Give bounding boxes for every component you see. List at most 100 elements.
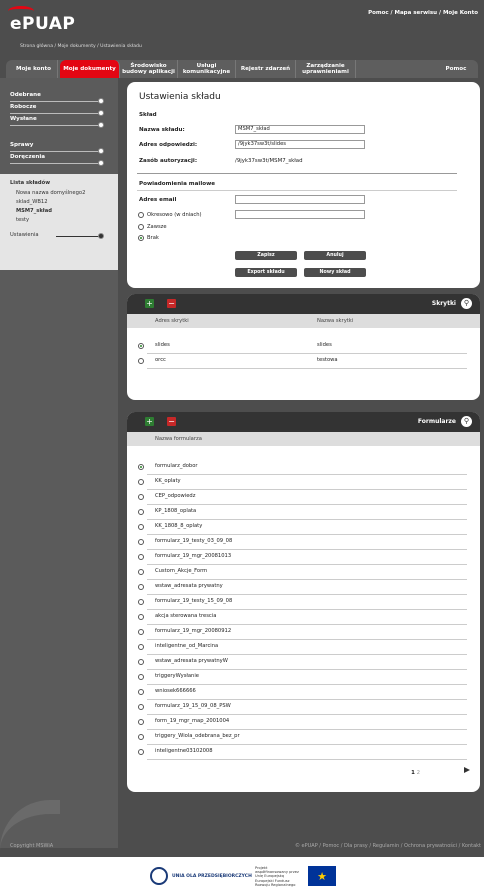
main-nav: Moje konto Moje dokumenty Środowisko bud… — [6, 60, 478, 78]
add-icon[interactable]: + — [145, 417, 154, 426]
slider-dot-icon[interactable] — [98, 148, 104, 154]
delete-icon[interactable]: − — [167, 417, 176, 426]
search-icon[interactable]: ⚲ — [461, 298, 472, 309]
page-1[interactable]: 1 — [411, 770, 415, 776]
table-row[interactable]: KK_1808_8_oplaty — [138, 519, 467, 535]
row-radio[interactable] — [138, 358, 144, 364]
nav-moje-konto[interactable]: Moje konto — [10, 60, 58, 78]
slider-dot-icon[interactable] — [98, 160, 104, 166]
nav-uslugi[interactable]: Usługi komunikacyjne — [178, 60, 236, 78]
row-radio[interactable] — [138, 524, 144, 530]
table-row[interactable]: wstaw_adresata prywatny — [138, 579, 467, 595]
ship-wheel-icon — [150, 867, 168, 885]
nav-srodowisko[interactable]: Środowisko budowy aplikacji — [120, 60, 178, 78]
epuap-logo[interactable]: ePUAP — [8, 6, 75, 34]
cell-form-name: inteligentne03102008 — [155, 748, 213, 754]
footer-links[interactable]: © ePUAP / Pomoc / Dla prasy / Regulamin … — [295, 843, 481, 849]
row-radio[interactable] — [138, 569, 144, 575]
name-label: Nazwa składu: — [139, 127, 185, 133]
row-radio[interactable] — [138, 509, 144, 515]
always-label: Zawsze — [147, 224, 167, 230]
nav-rejestr[interactable]: Rejestr zdarzeń — [236, 60, 296, 78]
table-row[interactable]: CEP_odpowiedz — [138, 489, 467, 505]
table-row[interactable]: inteligentne03102008 — [138, 744, 467, 760]
page-2[interactable]: 2 — [417, 770, 420, 776]
table-row[interactable]: wniosek666666 — [138, 684, 467, 700]
new-sklad-button[interactable]: Nowy skład — [304, 268, 366, 277]
sidebar-item-doreczenia[interactable]: Doręczenia — [10, 154, 45, 160]
table-row[interactable]: formularz_19_testy_15_09_08 — [138, 594, 467, 610]
row-radio[interactable] — [138, 659, 144, 665]
row-radio[interactable] — [138, 464, 144, 470]
row-radio[interactable] — [138, 494, 144, 500]
email-field[interactable] — [235, 195, 365, 204]
save-button[interactable]: Zapisz — [235, 251, 297, 260]
table-row[interactable]: formularz_19_mgr_20081013 — [138, 549, 467, 565]
row-radio[interactable] — [138, 479, 144, 485]
row-radio[interactable] — [138, 749, 144, 755]
table-row[interactable]: orcc testowa — [138, 353, 467, 369]
top-links-text[interactable]: Pomoc / Mapa serwisu / Moje Konto — [368, 10, 478, 16]
table-row[interactable]: wstaw_adresata prywatnyW — [138, 654, 467, 670]
sidebar-item-robocze[interactable]: Robocze — [10, 104, 36, 110]
list-item-active[interactable]: MSM7_skład — [16, 208, 52, 214]
table-row[interactable]: formularz_19_testy_03_09_08 — [138, 534, 467, 550]
row-radio[interactable] — [138, 599, 144, 605]
nav-zarzadzanie[interactable]: Zarządzanie uprawnieniami — [296, 60, 356, 78]
settings-link[interactable]: Ustawienia — [10, 232, 39, 238]
radio-always[interactable] — [138, 224, 144, 230]
cell-form-name: formularz_19_testy_03_09_08 — [155, 538, 233, 544]
add-icon[interactable]: + — [145, 299, 154, 308]
table-row[interactable]: formularz_19_mgr_20080912 — [138, 624, 467, 640]
table-row[interactable]: Custom_Akcje_Form — [138, 564, 467, 580]
name-field[interactable]: MSM7_skład — [235, 125, 365, 134]
row-radio[interactable] — [138, 644, 144, 650]
table-row[interactable]: formularz_dobor — [138, 459, 467, 475]
nav-pomoc[interactable]: Pomoc — [434, 60, 478, 78]
row-radio[interactable] — [138, 629, 144, 635]
nav-moje-dokumenty[interactable]: Moje dokumenty — [60, 60, 120, 78]
row-radio[interactable] — [138, 584, 144, 590]
cancel-button[interactable]: Anuluj — [304, 251, 366, 260]
slider-dot-icon[interactable] — [98, 122, 104, 128]
row-radio[interactable] — [138, 554, 144, 560]
export-button[interactable]: Export składu — [235, 268, 297, 277]
row-radio[interactable] — [138, 614, 144, 620]
row-radio[interactable] — [138, 704, 144, 710]
row-radio[interactable] — [138, 734, 144, 740]
table-row[interactable]: triggeryWysłanie — [138, 669, 467, 685]
section-sklad: Skład — [139, 112, 157, 118]
table-row[interactable]: KP_1808_oplata — [138, 504, 467, 520]
table-row[interactable]: inteligentne_od_Marcina — [138, 639, 467, 655]
table-row[interactable]: form_19_mgr_map_2001004 — [138, 714, 467, 730]
row-radio[interactable] — [138, 719, 144, 725]
delete-icon[interactable]: − — [167, 299, 176, 308]
sidebar-item-sprawy[interactable]: Sprawy — [10, 142, 33, 148]
panel-header: + − Formularze ⚲ — [127, 412, 480, 432]
radio-period[interactable] — [138, 212, 144, 218]
search-icon[interactable]: ⚲ — [461, 416, 472, 427]
table-row[interactable]: akcja sterowana trescia — [138, 609, 467, 625]
list-item[interactable]: testy — [16, 217, 29, 223]
sidebar-item-wyslane[interactable]: Wysłane — [10, 116, 37, 122]
table-row[interactable]: triggery_Wiola_odebrana_bez_pr — [138, 729, 467, 745]
row-radio[interactable] — [138, 343, 144, 349]
table-row[interactable]: formularz_19_15_09_08_PSW — [138, 699, 467, 715]
slider-dot-icon[interactable] — [98, 110, 104, 116]
list-item[interactable]: Nowa nazwa domyślnego2 — [16, 190, 85, 196]
row-radio[interactable] — [138, 689, 144, 695]
sidebar-item-odebrane[interactable]: Odebrane — [10, 92, 41, 98]
address-field[interactable]: /9jyk37sw3t/slides — [235, 140, 365, 149]
top-links[interactable]: Pomoc / Mapa serwisu / Moje Konto — [368, 10, 478, 16]
row-radio[interactable] — [138, 539, 144, 545]
table-row[interactable]: slides slides — [138, 338, 467, 354]
next-page-icon[interactable] — [464, 767, 470, 773]
row-radio[interactable] — [138, 674, 144, 680]
breadcrumb[interactable]: Strona główna / Moje dokumenty / Ustawie… — [20, 44, 142, 49]
list-item[interactable]: sklad_WB12 — [16, 199, 48, 205]
period-field[interactable] — [235, 210, 365, 219]
table-row[interactable]: KK_oplaty — [138, 474, 467, 490]
radio-none[interactable] — [138, 235, 144, 241]
slider-dot-icon[interactable] — [98, 98, 104, 104]
slider-dot-icon[interactable] — [98, 233, 104, 239]
